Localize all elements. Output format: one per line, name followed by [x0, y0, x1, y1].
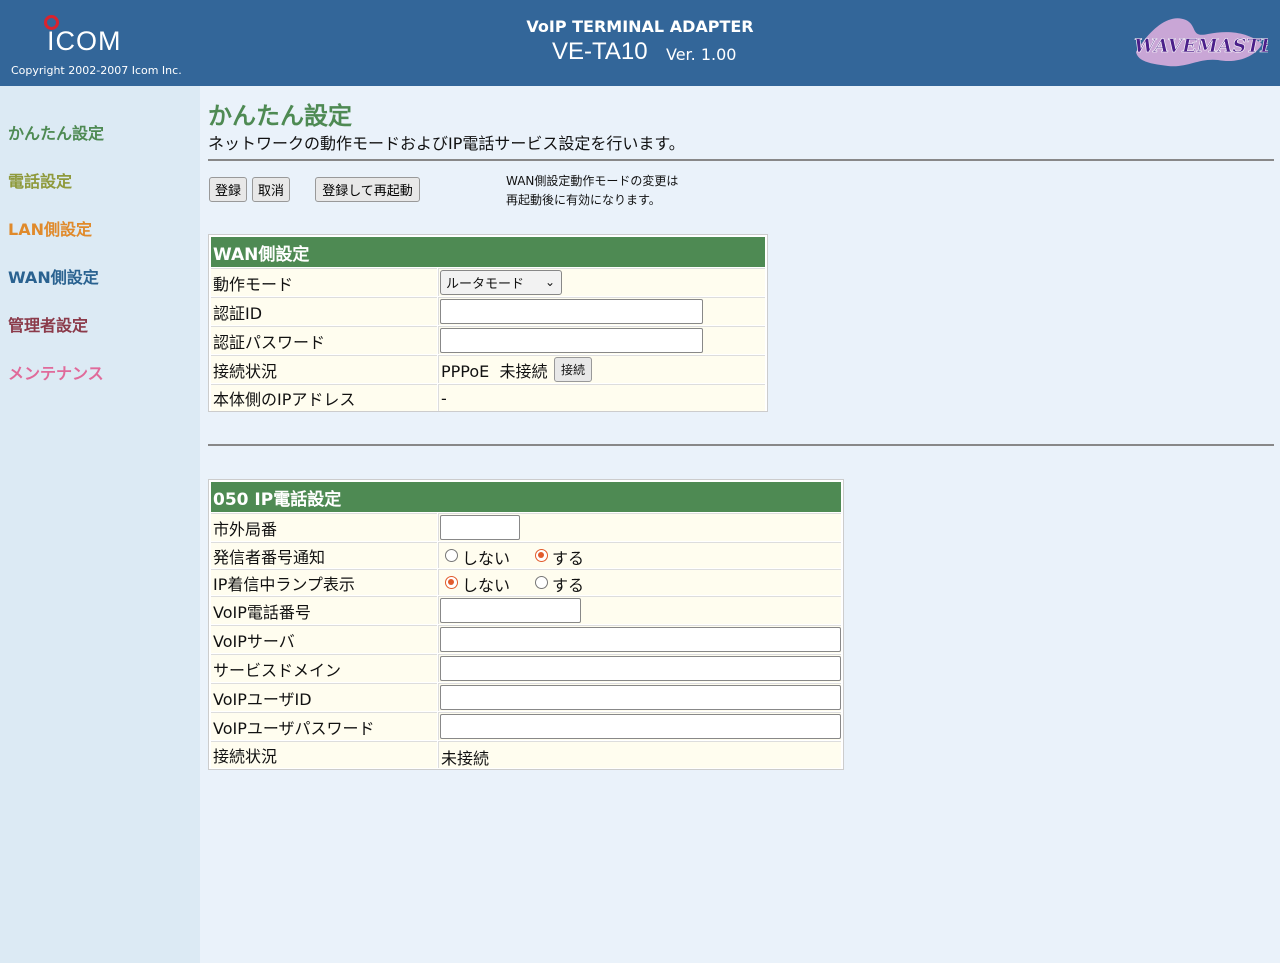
wavemaster-logo: WAVEMASTER [1134, 18, 1268, 67]
voip-number-label: VoIP電話番号 [211, 596, 437, 624]
wan-table-title: WAN側設定 [211, 237, 765, 267]
voip-user-pw-label: VoIPユーザパスワード [211, 712, 437, 740]
area-code-cell [438, 513, 841, 541]
area-code-input[interactable] [440, 515, 520, 540]
wan-status-label: 接続状況 [211, 355, 437, 383]
sidebar-item-easy-setup[interactable]: かんたん設定 [8, 120, 104, 144]
wan-auth-id-label: 認証ID [211, 297, 437, 325]
wan-mode-cell: ルータモード ⌄ [438, 268, 765, 296]
sidebar-item-lan-setup[interactable]: LAN側設定 [8, 216, 92, 240]
product-subtitle: VoIP TERMINAL ADAPTER [526, 17, 754, 36]
sidebar: かんたん設定 電話設定 LAN側設定 WAN側設定 管理者設定 メンテナンス [0, 86, 200, 963]
copyright-text: Copyright 2002-2007 Icom Inc. [11, 64, 182, 77]
lamp-on-radio[interactable] [535, 576, 548, 589]
divider [208, 444, 1274, 446]
wan-auth-pw-input[interactable] [440, 328, 703, 353]
ip-phone-status-value: 未接続 [438, 741, 841, 768]
sidebar-item-wan-setup[interactable]: WAN側設定 [8, 264, 99, 288]
lamp-off-label: しない [462, 576, 511, 595]
area-code-label: 市外局番 [211, 513, 437, 541]
register-button[interactable]: 登録 [209, 177, 247, 202]
restart-note-line1: WAN側設定動作モードの変更は [506, 174, 679, 188]
caller-id-off-label: しない [462, 549, 511, 568]
voip-user-id-label: VoIPユーザID [211, 683, 437, 711]
ip-phone-status-label: 接続状況 [211, 741, 437, 768]
voip-user-pw-input[interactable] [440, 714, 841, 739]
voip-user-id-cell [438, 683, 841, 711]
register-restart-button[interactable]: 登録して再起動 [315, 177, 420, 202]
cancel-button[interactable]: 取消 [252, 177, 290, 202]
lamp-off-radio[interactable] [445, 576, 458, 589]
sidebar-item-admin-setup[interactable]: 管理者設定 [8, 312, 88, 336]
caller-id-on-radio[interactable] [535, 549, 548, 562]
restart-note: WAN側設定動作モードの変更は 再起動後に有効になります。 [506, 172, 678, 210]
wan-mode-select-value: ルータモード [446, 277, 525, 292]
product-version: Ver. 1.00 [666, 45, 737, 64]
service-domain-cell [438, 654, 841, 682]
service-domain-input[interactable] [440, 656, 841, 681]
wan-auth-pw-label: 認証パスワード [211, 326, 437, 354]
voip-number-cell [438, 596, 841, 624]
wan-mode-label: 動作モード [211, 268, 437, 296]
chevron-down-icon: ⌄ [544, 275, 555, 289]
wan-auth-id-cell [438, 297, 765, 325]
ip-phone-settings-table: 050 IP電話設定 市外局番 発信者番号通知 しない する IP着信中ランプ表… [208, 479, 844, 770]
wan-status-cell: PPPoE 未接続 接続 [438, 355, 765, 383]
wan-auth-pw-cell [438, 326, 765, 354]
voip-server-label: VoIPサーバ [211, 625, 437, 653]
lamp-label: IP着信中ランプ表示 [211, 569, 437, 595]
sidebar-item-maintenance[interactable]: メンテナンス [8, 360, 104, 384]
ip-phone-table-title: 050 IP電話設定 [211, 482, 841, 512]
restart-note-line2: 再起動後に有効になります。 [506, 193, 661, 207]
caller-id-on-label: する [552, 549, 585, 568]
service-domain-label: サービスドメイン [211, 654, 437, 682]
header-bar: ICOM Copyright 2002-2007 Icom Inc. VoIP … [0, 0, 1280, 86]
wan-mode-select[interactable]: ルータモード ⌄ [440, 270, 562, 295]
caller-id-label: 発信者番号通知 [211, 542, 437, 568]
wan-ip-value: - [438, 384, 765, 411]
voip-number-input[interactable] [440, 598, 581, 623]
sidebar-item-phone-setup[interactable]: 電話設定 [8, 168, 72, 192]
voip-user-pw-cell [438, 712, 841, 740]
page-title: かんたん設定 [208, 102, 352, 130]
caller-id-cell: しない する [438, 542, 841, 568]
product-model: VE-TA10 [552, 38, 648, 65]
voip-user-id-input[interactable] [440, 685, 841, 710]
page-description: ネットワークの動作モードおよびIP電話サービス設定を行います。 [208, 134, 685, 153]
wan-auth-id-input[interactable] [440, 299, 703, 324]
lamp-cell: しない する [438, 569, 841, 595]
voip-server-input[interactable] [440, 627, 841, 652]
voip-server-cell [438, 625, 841, 653]
svg-text:WAVEMASTER: WAVEMASTER [1134, 35, 1268, 57]
wan-status-value: PPPoE 未接続 [441, 361, 548, 381]
divider [208, 159, 1274, 161]
main-content: かんたん設定 ネットワークの動作モードおよびIP電話サービス設定を行います。 登… [200, 86, 1280, 963]
wan-ip-label: 本体側のIPアドレス [211, 384, 437, 411]
wan-settings-table: WAN側設定 動作モード ルータモード ⌄ 認証ID 認証パスワード 接続状況 … [208, 234, 768, 412]
lamp-on-label: する [552, 576, 585, 595]
connect-button[interactable]: 接続 [554, 357, 592, 382]
caller-id-off-radio[interactable] [445, 549, 458, 562]
